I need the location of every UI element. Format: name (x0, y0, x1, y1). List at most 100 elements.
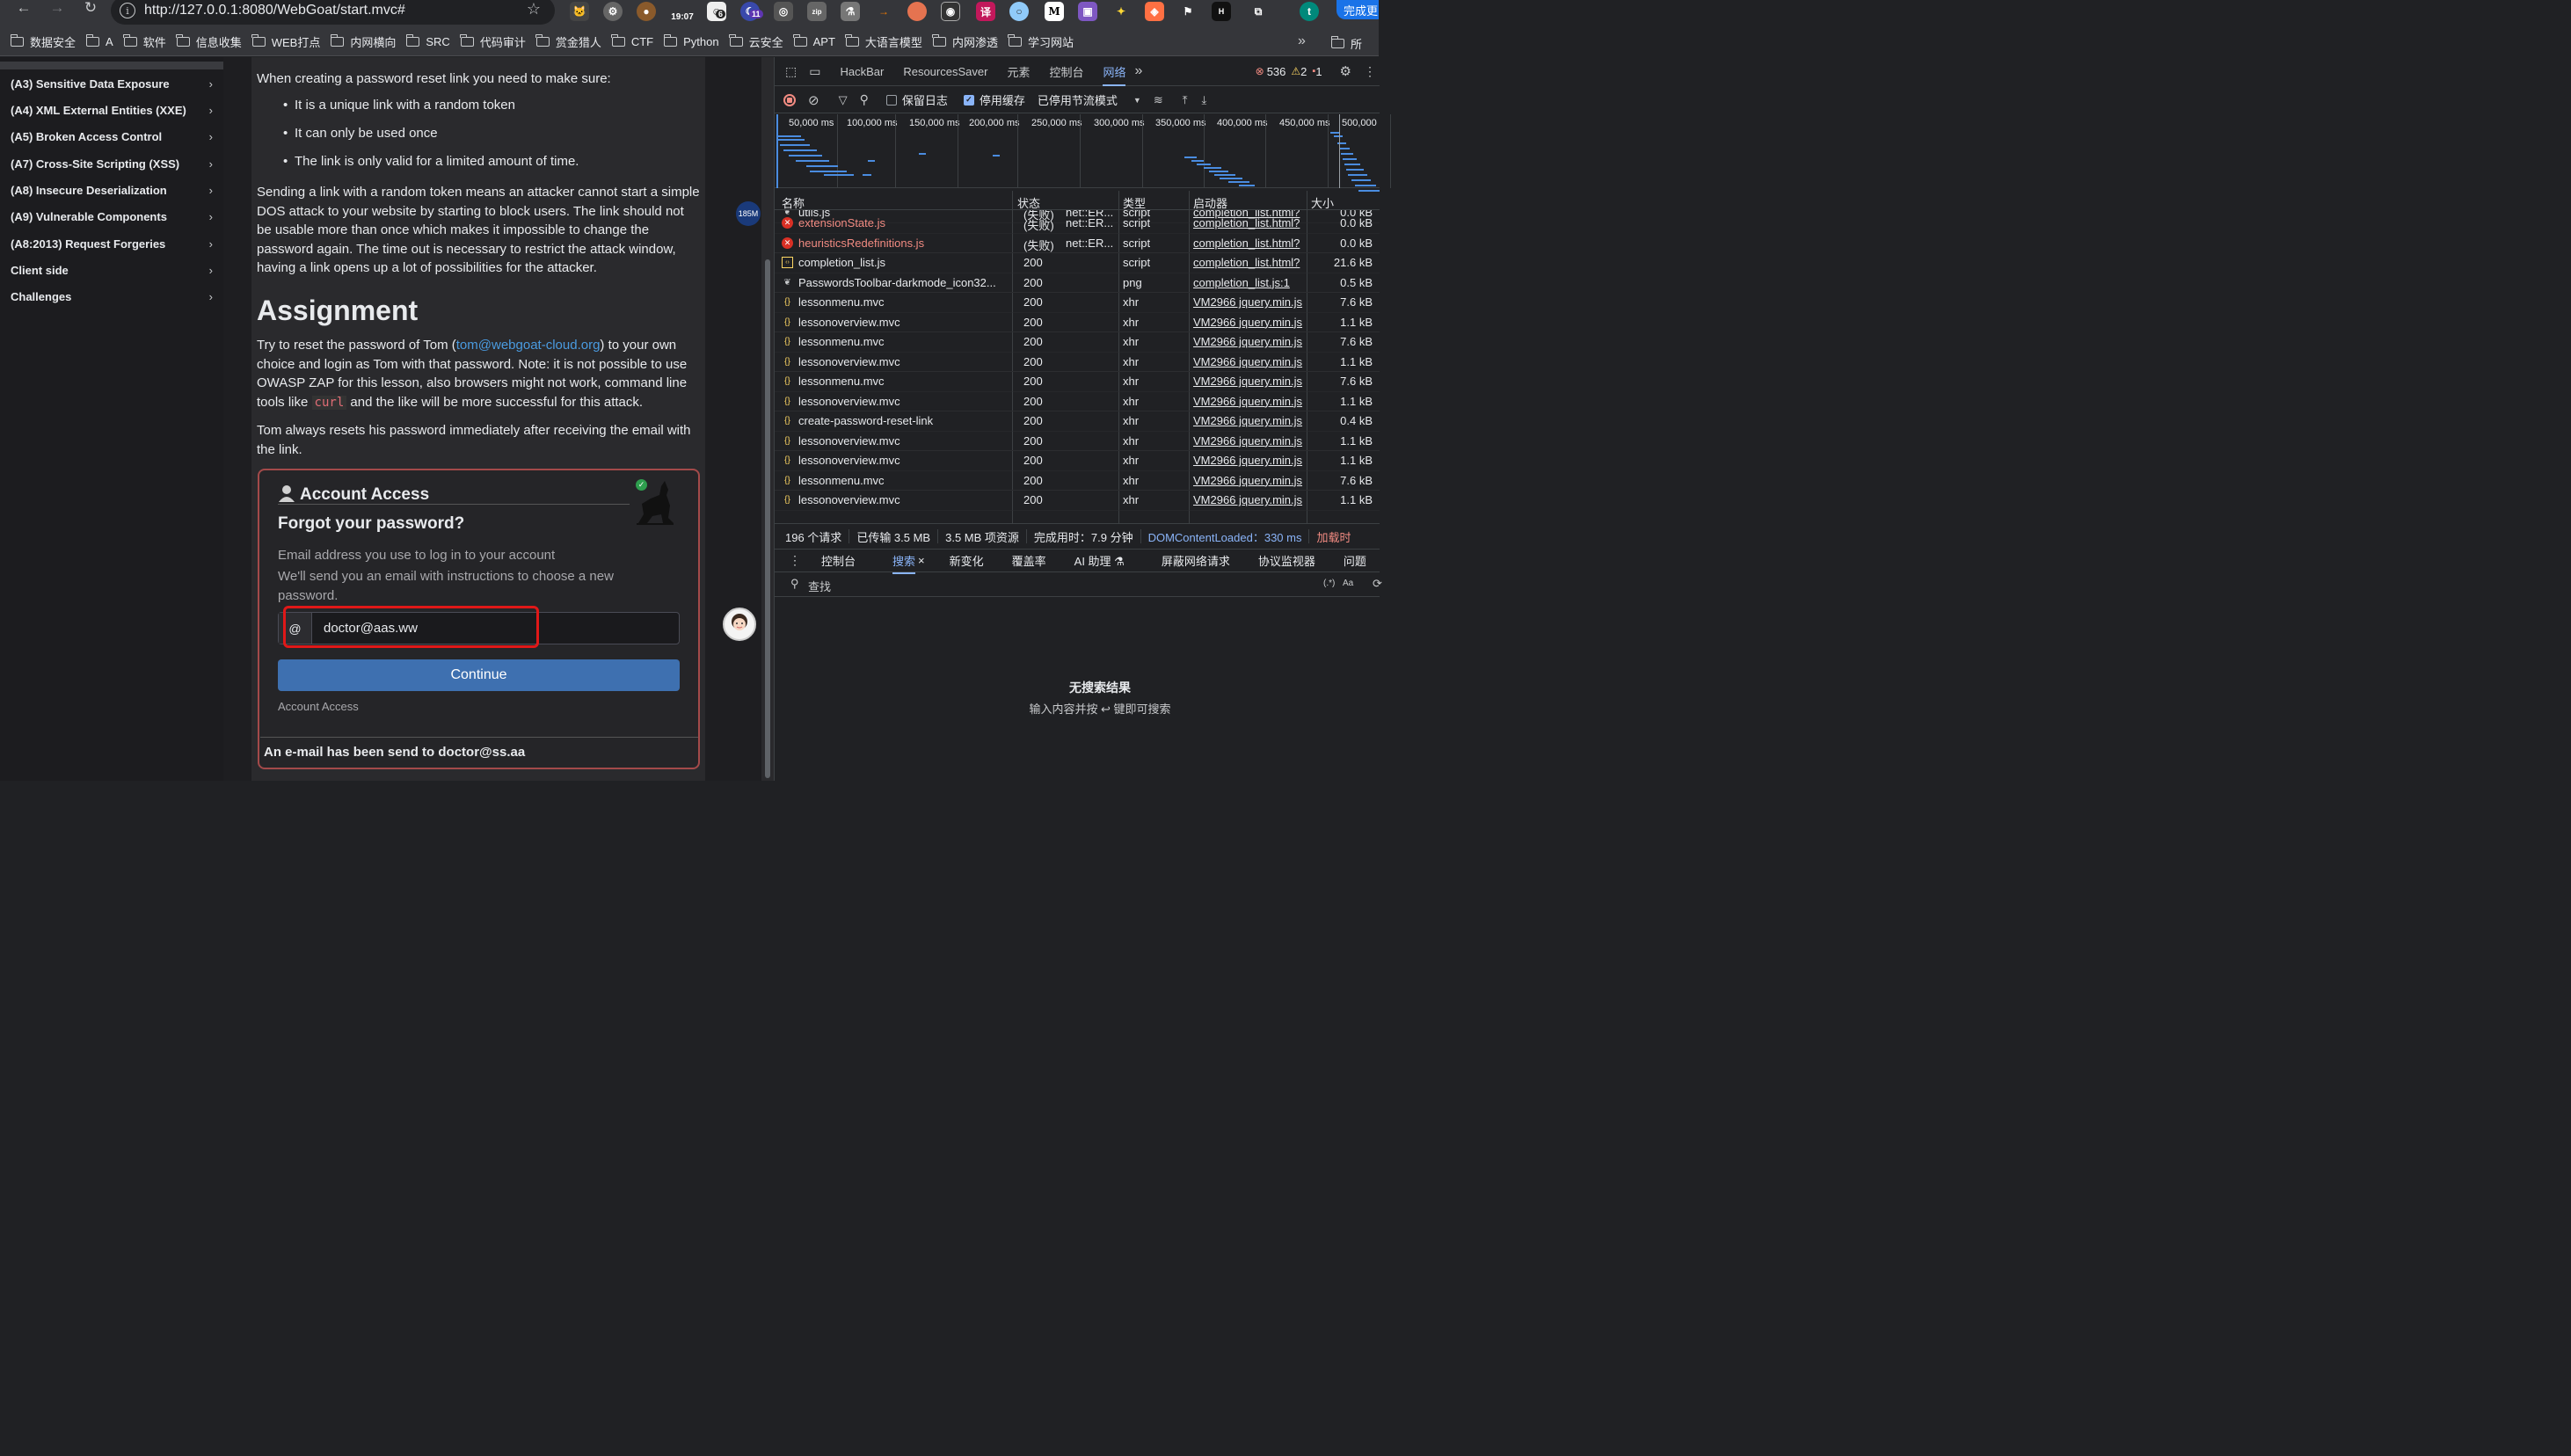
table-row[interactable]: {} lessonmenu.mvc 200 xhr VM2966 jquery.min.… (775, 471, 1380, 491)
col-type[interactable]: 类型 (1123, 194, 1146, 211)
more-tabs-button[interactable]: » (1134, 63, 1142, 79)
preserve-log-label[interactable]: 保留日志 (902, 91, 948, 108)
bookmark-folder[interactable]: 大语言模型 (845, 33, 922, 50)
sidebar-item[interactable]: (A5) Broken Access Control › (11, 130, 213, 143)
drawer-tab[interactable]: 覆盖率 (1012, 552, 1046, 569)
drawer-tab[interactable]: 屏蔽网络请求 (1162, 552, 1230, 569)
throttle-select[interactable]: 已停用节流模式 (1038, 91, 1118, 108)
site-info-icon[interactable]: i (120, 3, 135, 18)
scrollbar-thumb[interactable] (765, 259, 770, 778)
col-name[interactable]: 名称 (782, 194, 805, 211)
drawer-tab[interactable]: 搜索 (892, 552, 916, 574)
account-access-link[interactable]: Account Access (278, 700, 359, 713)
table-row[interactable]: {} lessonoverview.mvc 200 xhr VM2966 jquery.… (775, 392, 1380, 411)
request-initiator[interactable]: VM2966 jquery.min.js (1193, 434, 1306, 448)
request-initiator[interactable]: VM2966 jquery.min.js (1193, 316, 1306, 329)
reload-icon[interactable]: ↻ (79, 0, 102, 19)
address-bar[interactable]: i http://127.0.0.1:8080/WebGoat/start.mv… (111, 0, 555, 25)
extension-cat-icon[interactable]: 🐱 (570, 2, 589, 21)
drawer-tab[interactable]: 问题 (1344, 552, 1366, 569)
extension-glasses-icon[interactable]: ◎ (774, 2, 793, 21)
table-row[interactable]: {} lessonoverview.mvc 200 xhr VM2966 jquery.… (775, 491, 1380, 511)
sidebar-item[interactable]: (A8) Insecure Deserialization › (11, 184, 213, 197)
extension-h-icon[interactable]: H (1212, 2, 1231, 21)
tab-resourcessaver[interactable]: ResourcesSaver (903, 65, 987, 78)
clear-icon[interactable]: ⊘ (808, 92, 819, 108)
request-initiator[interactable]: VM2966 jquery.min.js (1193, 335, 1306, 348)
inspect-icon[interactable]: ⬚ (785, 64, 797, 79)
bookmark-folder[interactable]: Python (663, 34, 719, 48)
bookmarks-more-button[interactable]: » (1298, 33, 1306, 49)
sidebar-item[interactable]: Challenges › (11, 290, 213, 303)
table-row[interactable]: ✕ heuristicsRedefinitions.js (失败) net::ER..… (775, 234, 1380, 253)
request-initiator[interactable]: VM2966 jquery.min.js (1193, 355, 1306, 368)
tom-email-link[interactable]: tom@webgoat-cloud.org (456, 338, 601, 353)
memory-pill[interactable]: 185M (736, 201, 761, 226)
import-har-icon[interactable]: ⤒ (1183, 93, 1188, 107)
table-row[interactable]: ‹› completion_list.js 200 script completion_… (775, 253, 1380, 273)
tab-console[interactable]: 控制台 (1049, 63, 1083, 80)
drawer-tab[interactable]: 控制台 (821, 552, 856, 569)
match-case-toggle[interactable]: Aa (1343, 579, 1353, 588)
close-icon[interactable]: × (918, 554, 925, 567)
extension-cookie-icon[interactable]: ● (637, 2, 656, 21)
sidebar-item[interactable]: Client side › (11, 264, 213, 277)
table-row[interactable]: {} lessonmenu.mvc 200 xhr VM2966 jquery.min.… (775, 372, 1380, 392)
drawer-tab[interactable]: AI 助理 ⚗ (1074, 552, 1125, 569)
url-text[interactable]: http://127.0.0.1:8080/WebGoat/start.mvc# (144, 3, 405, 18)
extension-zip-icon[interactable]: zip (807, 2, 827, 21)
assistant-avatar[interactable] (723, 608, 756, 641)
sidebar-item[interactable]: (A4) XML External Entities (XXE) › (11, 104, 213, 117)
bookmark-star-icon[interactable]: ☆ (527, 0, 541, 18)
sidebar-item[interactable]: (A7) Cross-Site Scripting (XSS) › (11, 157, 213, 171)
extensions-puzzle-icon[interactable]: ⧉ (1249, 2, 1268, 21)
bookmark-folder[interactable]: 学习网站 (1008, 33, 1074, 50)
bookmark-folder[interactable]: APT (793, 34, 835, 48)
extension-ring-icon[interactable]: ○ (1009, 2, 1029, 21)
more-menu-icon[interactable]: ⋮ (1364, 64, 1376, 79)
request-initiator[interactable]: completion_list.html? (1193, 216, 1306, 229)
device-toggle-icon[interactable]: ▭ (809, 64, 820, 79)
col-initiator[interactable]: 启动器 (1193, 194, 1227, 211)
search-icon[interactable]: ⚲ (860, 92, 869, 107)
network-conditions-icon[interactable]: ≋ (1154, 93, 1163, 107)
request-initiator[interactable]: VM2966 jquery.min.js (1193, 375, 1306, 388)
profile-avatar-icon[interactable]: t (1300, 2, 1319, 21)
sidebar-item[interactable]: (A9) Vulnerable Components › (11, 210, 213, 223)
table-row[interactable]: {} lessonoverview.mvc 200 xhr VM2966 jquery.… (775, 353, 1380, 372)
settings-gear-icon[interactable]: ⚙ (1340, 63, 1351, 79)
col-status[interactable]: 状态 (1017, 194, 1040, 211)
table-row[interactable]: {} lessonmenu.mvc 200 xhr VM2966 jquery.min.… (775, 293, 1380, 313)
forward-icon[interactable]: → (46, 0, 69, 19)
bookmark-folder[interactable]: 赏金猎人 (535, 33, 601, 50)
update-button[interactable]: 完成更 (1336, 0, 1379, 19)
drawer-menu-icon[interactable]: ⋮ (789, 553, 801, 568)
extension-m-icon[interactable]: M (1045, 2, 1064, 21)
request-initiator[interactable]: VM2966 jquery.min.js (1193, 493, 1306, 506)
extension-arrow-icon[interactable]: → (874, 2, 893, 21)
table-row[interactable]: {} lessonmenu.mvc 200 xhr VM2966 jquery.min.… (775, 332, 1380, 353)
export-har-icon[interactable]: ⤓ (1201, 93, 1206, 107)
bookmark-folder[interactable]: 数据安全 (10, 33, 76, 50)
back-icon[interactable]: ← (12, 0, 35, 19)
network-overview[interactable]: 50,000 ms 100,000 ms 150,000 ms 200,000 ms 2… (775, 114, 1391, 192)
table-row[interactable]: {} lessonoverview.mvc 200 xhr VM2966 jquery.… (775, 432, 1380, 451)
bookmark-folder-last[interactable]: 所 (1330, 35, 1362, 52)
tab-elements[interactable]: 元素 (1007, 63, 1030, 80)
extension-clock-icon[interactable]: 19:07 (670, 7, 695, 26)
tab-network[interactable]: 网络 (1103, 63, 1126, 86)
sidebar-item[interactable]: (A8:2013) Request Forgeries › (11, 237, 213, 251)
record-icon[interactable] (783, 93, 796, 106)
bookmark-folder[interactable]: SRC (405, 34, 450, 48)
table-row[interactable]: ✕ extensionState.js (失败) net::ER... script co… (775, 214, 1380, 234)
preserve-log-checkbox[interactable] (885, 94, 897, 106)
chevron-down-icon[interactable]: ▼ (1133, 96, 1141, 105)
page-scrollbar[interactable] (761, 57, 774, 781)
refresh-icon[interactable]: ⟳ (1373, 577, 1382, 591)
table-row[interactable]: {} lessonoverview.mvc 200 xhr VM2966 jquery.… (775, 451, 1380, 471)
extension-flask-icon[interactable]: ⚗ (841, 2, 860, 21)
extension-orange-icon[interactable]: ◈ (1145, 2, 1164, 21)
bookmark-folder[interactable]: 软件 (123, 33, 166, 50)
bookmark-folder[interactable]: 信息收集 (176, 33, 242, 50)
request-initiator[interactable]: VM2966 jquery.min.js (1193, 295, 1306, 309)
